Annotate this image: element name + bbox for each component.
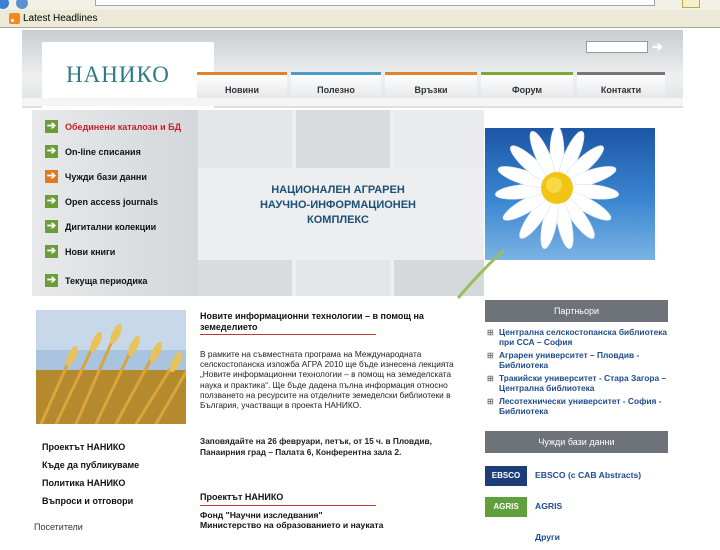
side-link-policy[interactable]: Политика НАНИКО [42,474,202,492]
menu-item-current-periodicals[interactable]: ➔ Текуща периодика [36,272,202,292]
project-title[interactable]: Проектът НАНИКО [200,492,283,502]
db-item-other[interactable]: Други [485,528,668,550]
page-margin [683,30,720,540]
address-bar[interactable] [95,0,655,6]
db-item-agris[interactable]: AGRIS AGRIS [485,497,668,519]
news-title[interactable]: Новите информационни технологии – в помо… [200,311,460,333]
project-body: Фонд "Научни изследвания" Министерство н… [200,510,462,530]
grid-bullet-icon: ⊞ [487,328,494,337]
ebsco-logo: EBSCO [485,466,527,486]
side-links: Проектът НАНИКО Къде да публикуваме Поли… [42,438,202,510]
links-bar: Latest Headlines [0,12,720,26]
foreign-db-header: Чужди бази данни [485,431,668,453]
browser-chrome: Latest Headlines [0,0,720,28]
menu-item-label: Дигитални колекции [65,222,157,232]
banner-line: НАУЧНО-ИНФОРМАЦИОНЕН [259,199,417,211]
browser-toolbar [0,0,720,10]
site-logo[interactable]: НАНИКО [66,62,170,88]
arrow-right-icon: ➔ [45,145,58,158]
partners-header: Партньори [485,300,668,322]
nav-news[interactable]: Новини [197,72,287,98]
side-link-where-to-publish[interactable]: Къде да публикуваме [42,456,202,474]
nav-strip [22,98,683,106]
menu-item-foreign-databases[interactable]: ➔ Чужди бази данни [36,168,202,188]
search-input[interactable] [586,41,648,53]
project-ministry: Министерство на образованието и науката [200,520,384,530]
db-name: AGRIS [535,501,563,511]
wheat-image [36,310,186,424]
partner-item[interactable]: ⊞ Лесотехнически университет - София - Би… [485,396,668,416]
db-name: EBSCO (с CAB Abstracts) [535,470,642,480]
divider [200,505,376,506]
nav-useful[interactable]: Полезно [291,72,381,98]
grid-bullet-icon: ⊞ [487,351,494,360]
search-go-icon[interactable]: ➔ [652,40,664,54]
news-note: Заповядайте на 26 февруари, петък, от 15… [200,436,432,457]
partner-label: Централна селскостопанска библиотека при… [499,327,668,347]
banner-line: КОМПЛЕКС [307,214,369,226]
arrow-right-icon: ➔ [45,170,58,183]
menu-item-union-catalogs[interactable]: ➔ Обединени каталози и БД [36,118,202,138]
db-name: Други [535,532,560,542]
site-header: НАНИКО ➔ Новини Полезно Връзки Форум Кон… [22,30,683,108]
site-page: НАНИКО ➔ Новини Полезно Връзки Форум Кон… [22,30,683,542]
visitors-label: Посетители [34,522,83,532]
daisy-image [485,128,655,260]
nav-forum[interactable]: Форум [481,72,573,98]
back-icon[interactable] [0,0,9,9]
side-link-project[interactable]: Проектът НАНИКО [42,438,202,456]
rss-icon [9,13,20,24]
project-fund: Фонд "Научни изследвания" [200,510,323,520]
arrow-right-icon: ➔ [45,195,58,208]
partner-label: Аграрен университет – Пловдив - Библиоте… [499,350,640,370]
menu-item-label: Open access journals [65,197,159,207]
refresh-icon[interactable] [16,0,28,9]
main-nav: Новини Полезно Връзки Форум Контакти [197,72,665,98]
partner-item[interactable]: ⊞ Аграрен университет – Пловдив - Библиот… [485,350,668,370]
menu-item-new-books[interactable]: ➔ Нови книги [36,243,202,263]
go-button[interactable] [682,0,700,8]
arrow-right-icon: ➔ [45,274,58,287]
grid-bullet-icon: ⊞ [487,374,494,383]
side-link-faq[interactable]: Въпроси и отговори [42,492,202,510]
partner-label: Лесотехнически университет - София - Биб… [499,396,662,416]
menu-item-label: On-line списания [65,147,141,157]
other-logo [485,528,527,548]
banner-line: НАЦИОНАЛЕН АГРАРЕН [271,184,405,196]
arrow-right-icon: ➔ [45,120,58,133]
grid-bullet-icon: ⊞ [487,397,494,406]
nav-links[interactable]: Връзки [385,72,477,98]
menu-item-label: Чужди бази данни [65,172,147,182]
menu-item-label: Текуща периодика [65,276,148,286]
partner-item[interactable]: ⊞ Тракийски университет - Стара Загора – … [485,373,668,393]
menu-item-digital-collections[interactable]: ➔ Дигитални колекции [36,218,202,238]
partner-label: Тракийски университет - Стара Загора – Ц… [499,373,667,393]
arrow-right-icon: ➔ [45,220,58,233]
menu-item-online-journals[interactable]: ➔ On-line списания [36,143,202,163]
stem-decoration [452,248,512,300]
menu-item-label: Обединени каталози и БД [65,122,182,132]
menu-item-label: Нови книги [65,247,116,257]
arrow-right-icon: ➔ [45,245,58,258]
left-menu: ➔ Обединени каталози и БД ➔ On-line спис… [32,110,202,296]
partner-item[interactable]: ⊞ Централна селскостопанска библиотека пр… [485,327,668,347]
agris-logo: AGRIS [485,497,527,517]
menu-item-open-access[interactable]: ➔ Open access journals [36,193,202,213]
partners-list: ⊞ Централна селскостопанска библиотека пр… [485,327,668,419]
db-item-ebsco[interactable]: EBSCO EBSCO (с CAB Abstracts) [485,466,668,488]
divider [200,334,376,335]
latest-headlines-link[interactable]: Latest Headlines [23,13,98,24]
news-body: В рамките на съвместната програма на Меж… [200,349,454,411]
nav-contacts[interactable]: Контакти [577,72,665,98]
banner-title: НАЦИОНАЛЕН АГРАРЕН НАУЧНО-ИНФОРМАЦИОНЕН … [228,183,448,228]
